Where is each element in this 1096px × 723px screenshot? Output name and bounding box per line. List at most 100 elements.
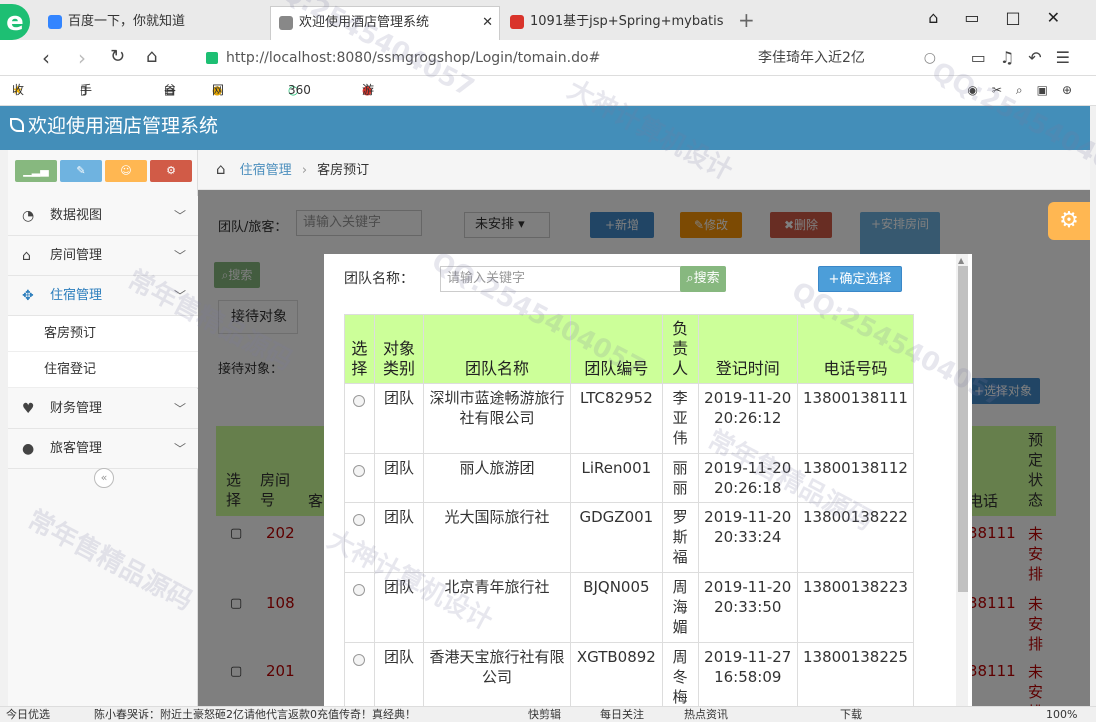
home-icon[interactable]: ⌂ (146, 46, 157, 67)
chevron-down-icon: ﹀ (173, 249, 186, 263)
cell-team-name: 丽人旅游团 (423, 453, 571, 503)
users-shortcut-button[interactable]: ☺ (105, 160, 147, 182)
dashboard-icon: ◔ (22, 208, 35, 224)
cell-type: 团队 (373, 642, 425, 706)
tab-title: 1091基于jsp+Spring+mybatis (530, 14, 724, 29)
cell-time: 2019-11-27 16:58:09 (697, 642, 798, 706)
th-phone: 电话号码 (796, 314, 915, 384)
edit-shortcut-button[interactable]: ✎ (60, 160, 102, 182)
status-item[interactable]: 下载 (840, 707, 862, 723)
tab-title: 欢迎使用酒店管理系统 (299, 15, 430, 30)
move-icon: ✥ (22, 288, 34, 304)
stats-shortcut-button[interactable]: ▁▂▄ (15, 160, 57, 182)
submenu-label: 客房预订 (44, 326, 97, 341)
select-radio[interactable] (344, 502, 375, 573)
menu-label: 旅客管理 (50, 441, 103, 456)
button-label: 搜索 (693, 271, 720, 286)
table-row[interactable]: 团队 北京青年旅行社 BJQN005 周海媚 2019-11-20 20:33:… (344, 572, 915, 643)
zoom-level[interactable]: 100% (1046, 707, 1077, 723)
menu-label: 数据视图 (50, 208, 103, 223)
menu-stay-management[interactable]: ✥ 住宿管理 ﹀ (8, 276, 198, 316)
cell-person: 罗斯福 (661, 502, 699, 573)
forward-icon[interactable]: › (78, 46, 86, 70)
button-label: 确定选择 (839, 272, 892, 287)
cell-person: 李亚伟 (661, 383, 699, 454)
settings-shortcut-button[interactable]: ⚙ (150, 160, 192, 182)
modal-search-button[interactable]: ⌕搜索 (680, 266, 726, 292)
back-icon[interactable]: ‹ (42, 46, 50, 70)
cell-team-name: 深圳市蓝途畅游旅行社有限公司 (423, 383, 571, 454)
scrollbar-thumb[interactable] (958, 266, 968, 592)
collapse-sidebar-icon[interactable]: « (94, 468, 114, 488)
leaf-logo-icon (10, 118, 24, 132)
select-radio[interactable] (344, 453, 375, 503)
status-news[interactable]: 陈小春哭诉：附近土豪怒砸2亿请他代言返款0充值传奇！真经典！ (94, 707, 416, 723)
cell-person: 周海媚 (661, 572, 699, 643)
window-controls[interactable]: ⌂▭□✕ (928, 8, 1086, 27)
cell-team-code: XGTB0892 (569, 642, 663, 706)
extension-icons[interactable]: ◉✂⌕▣⊕ (967, 76, 1086, 104)
team-name-label: 团队名称： (344, 271, 414, 287)
table-row[interactable]: 团队 光大国际旅行社 GDGZ001 罗斯福 2019-11-20 20:33:… (344, 502, 915, 573)
menu-label: 房间管理 (50, 248, 103, 263)
cell-phone: 13800138222 (796, 502, 915, 573)
select-radio[interactable] (344, 383, 375, 454)
tab-hotel-system[interactable]: 欢迎使用酒店管理系统 ✕ (270, 6, 500, 40)
browser-toolbar-icons[interactable]: ▭♫↶☰ (971, 48, 1084, 67)
settings-gear-icon[interactable]: ⚙ (1048, 202, 1090, 240)
status-item[interactable]: 每日关注 (600, 707, 644, 723)
menu-label: 财务管理 (50, 401, 103, 416)
status-item[interactable]: 今日优选 (6, 707, 50, 723)
browser-search-box[interactable]: 李佳琦年入近2亿 ○ (746, 44, 946, 72)
search-icon[interactable]: ○ (924, 44, 936, 72)
th-select: 选择 (344, 314, 375, 384)
baidu-paw-icon (48, 15, 62, 29)
secure-icon (206, 52, 218, 64)
confirm-select-button[interactable]: +确定选择 (818, 266, 902, 292)
tab-jsp-spring[interactable]: 1091基于jsp+Spring+mybatis (502, 6, 732, 40)
cell-team-name: 北京青年旅行社 (423, 572, 571, 643)
new-tab-icon[interactable]: + (738, 8, 755, 32)
browser-logo-icon[interactable]: e (0, 4, 30, 40)
status-item[interactable]: 快剪辑 (528, 707, 561, 723)
cell-person: 周冬梅 (661, 642, 699, 706)
close-tab-icon[interactable]: ✕ (482, 7, 493, 39)
app-title: 欢迎使用酒店管理系统 (28, 115, 219, 137)
tab-title: 百度一下，你就知道 (68, 14, 186, 29)
table-row[interactable]: 团队 深圳市蓝途畅游旅行社有限公司 LTC82952 李亚伟 2019-11-2… (344, 383, 915, 454)
menu-finance-management[interactable]: ♥ 财务管理 ﹀ (8, 389, 198, 429)
chevron-down-icon: ﹀ (173, 442, 186, 456)
cell-type: 团队 (373, 383, 425, 454)
team-search-input[interactable]: 请输入关键字 (440, 266, 682, 292)
team-table: 选择 对象类别 团队名称 团队编号 负责人 登记时间 电话号码 团队 深圳市蓝途… (344, 314, 915, 706)
refresh-icon[interactable]: ↻ (110, 46, 125, 67)
cell-team-name: 光大国际旅行社 (423, 502, 571, 573)
menu-data-view[interactable]: ◔ 数据视图 ﹀ (8, 196, 198, 236)
cell-team-code: LiRen001 (569, 453, 663, 503)
home-icon[interactable]: ⌂ (216, 160, 226, 178)
tab-baidu[interactable]: 百度一下，你就知道 (40, 6, 268, 40)
table-row[interactable]: 团队 丽人旅游团 LiRen001 丽丽 2019-11-20 20:26:18… (344, 453, 915, 503)
menu-guest-management[interactable]: ● 旅客管理 ﹀ (8, 429, 198, 469)
status-item[interactable]: 热点资讯 (684, 707, 728, 723)
breadcrumb-link[interactable]: 住宿管理 (240, 163, 292, 178)
team-select-modal: 团队名称： 请输入关键字 ⌕搜索 +确定选择 选择 对象类别 团队名称 团队编号… (324, 254, 972, 706)
cell-type: 团队 (373, 453, 425, 503)
submenu-room-booking[interactable]: 客房预订 (8, 316, 198, 352)
cell-type: 团队 (373, 502, 425, 573)
breadcrumb: ⌂ 住宿管理 › 客房预订 (198, 150, 1090, 190)
select-radio[interactable] (344, 572, 375, 643)
menu-room-management[interactable]: ⌂ 房间管理 ﹀ (8, 236, 198, 276)
cell-team-code: GDGZ001 (569, 502, 663, 573)
table-row[interactable]: 团队 香港天宝旅行社有限公司 XGTB0892 周冬梅 2019-11-27 1… (344, 642, 915, 706)
modal-scrollbar[interactable]: ▲ (956, 254, 968, 706)
submenu-label: 住宿登记 (44, 362, 97, 377)
scroll-up-icon[interactable]: ▲ (958, 256, 964, 265)
select-radio[interactable] (344, 642, 375, 706)
search-suggestion: 李佳琦年入近2亿 (758, 50, 865, 66)
chevron-down-icon: ﹀ (173, 289, 186, 303)
app-header: 欢迎使用酒店管理系统 (0, 106, 1090, 150)
url-field[interactable]: http://localhost:8080/ssmgrogshop/Login/… (198, 44, 746, 72)
submenu-check-in[interactable]: 住宿登记 (8, 352, 198, 388)
cell-time: 2019-11-20 20:26:18 (697, 453, 798, 503)
